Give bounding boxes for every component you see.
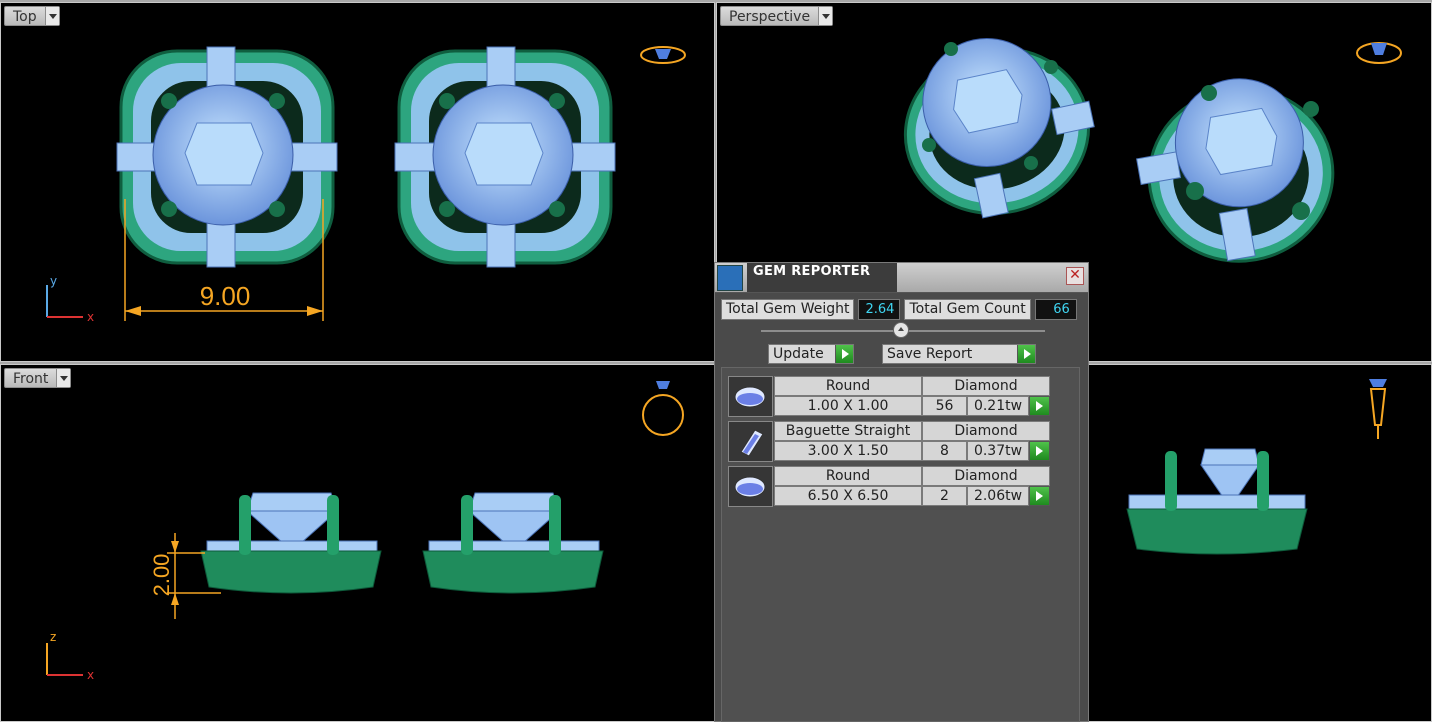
gem-shape: Round	[774, 376, 922, 396]
gem-reporter-title: GEM REPORTER	[753, 264, 871, 279]
axis-indicator-front	[46, 643, 83, 676]
gem-reporter-titlebar[interactable]: GEM REPORTER ✕	[715, 263, 1088, 293]
play-arrow-icon	[1017, 345, 1035, 363]
earring-side-icon	[1369, 379, 1387, 439]
totals-row: Total Gem Weight 2.64 Total Gem Count 66	[721, 299, 1077, 320]
gem-weight: 0.21tw	[967, 396, 1029, 416]
dimension-height-label: 2.00	[149, 554, 174, 597]
front-view-canvas: 2.00 z x	[46, 381, 684, 682]
gem-material: Diamond	[922, 376, 1050, 396]
earring-persp-right	[1136, 78, 1335, 263]
total-weight-value: 2.64	[858, 299, 901, 320]
gem-size: 6.50 X 6.50	[774, 486, 922, 506]
earring-top-right	[394, 46, 616, 268]
gem-shape: Baguette Straight	[774, 421, 922, 441]
round-gem-icon	[728, 466, 773, 507]
axis-indicator-top	[46, 285, 83, 318]
axis-x-label: x	[87, 310, 94, 324]
gem-weight: 2.06tw	[967, 486, 1029, 506]
viewport-tab-front[interactable]: Front	[4, 368, 72, 388]
gem-row[interactable]: Round 6.50 X 6.50 Diamond 2 2.06tw	[728, 466, 1050, 507]
viewport-title: Front	[13, 371, 49, 387]
chevron-down-icon[interactable]	[818, 7, 833, 25]
gem-size: 3.00 X 1.50	[774, 441, 922, 461]
ring-view-icon	[640, 46, 686, 64]
save-report-button[interactable]: Save Report	[882, 344, 1036, 364]
ring-view-icon	[1356, 42, 1402, 64]
viewport-front[interactable]: Front 2.00 z x	[0, 364, 715, 722]
ring-front-icon	[642, 381, 684, 436]
total-weight-label: Total Gem Weight	[721, 299, 855, 320]
top-view-canvas: 9.00 y x	[46, 46, 686, 324]
gem-reporter-panel: GEM REPORTER ✕ Total Gem Weight 2.64 Tot…	[714, 262, 1089, 722]
select-gem-arrow-icon[interactable]	[1029, 441, 1050, 461]
gem-size: 1.00 X 1.00	[774, 396, 922, 416]
gem-material: Diamond	[922, 421, 1050, 441]
viewport-title: Perspective	[729, 9, 811, 25]
gem-reporter-logo-icon	[717, 265, 743, 291]
save-report-button-label: Save Report	[887, 346, 973, 362]
gem-row[interactable]: Baguette Straight 3.00 X 1.50 Diamond 8 …	[728, 421, 1050, 462]
select-gem-arrow-icon[interactable]	[1029, 396, 1050, 416]
baguette-gem-icon	[728, 421, 773, 462]
chevron-down-icon[interactable]	[44, 7, 59, 25]
earring-persp-left	[903, 37, 1095, 219]
play-arrow-icon	[835, 345, 853, 363]
earring-front-left	[200, 492, 382, 594]
gem-weight: 0.37tw	[967, 441, 1029, 461]
gem-count: 56	[922, 396, 967, 416]
select-gem-arrow-icon[interactable]	[1029, 486, 1050, 506]
gem-shape: Round	[774, 466, 922, 486]
gem-row[interactable]: Round 1.00 X 1.00 Diamond 56 0.21tw	[728, 376, 1050, 417]
rhino-gem-app: Top 9.00 y x Perspective Front 2.00 z x …	[0, 0, 1432, 722]
viewport-tab-top[interactable]: Top	[4, 6, 60, 26]
axis-x-label: x	[87, 668, 94, 682]
dimension-width-label: 9.00	[200, 281, 251, 311]
close-icon[interactable]: ✕	[1066, 267, 1084, 285]
viewport-tab-perspective[interactable]: Perspective	[720, 6, 834, 26]
gem-count: 2	[922, 486, 967, 506]
chevron-down-icon[interactable]	[56, 369, 71, 387]
viewport-title: Top	[13, 9, 37, 25]
total-count-value: 66	[1034, 299, 1077, 320]
total-count-label: Total Gem Count	[904, 299, 1031, 320]
earring-top-left	[116, 46, 338, 268]
viewport-top[interactable]: Top 9.00 y x	[0, 2, 715, 362]
gem-material: Diamond	[922, 466, 1050, 486]
earring-side	[1126, 448, 1308, 555]
earring-front-right	[422, 492, 604, 594]
round-gem-icon	[728, 376, 773, 417]
gem-list: Round 1.00 X 1.00 Diamond 56 0.21tw Bagu…	[721, 367, 1080, 722]
axis-y-label: y	[50, 274, 57, 288]
gem-count: 8	[922, 441, 967, 461]
axis-z-label: z	[50, 630, 56, 644]
collapse-icon[interactable]	[893, 322, 909, 338]
update-button-label: Update	[773, 346, 824, 362]
update-button[interactable]: Update	[768, 344, 854, 364]
